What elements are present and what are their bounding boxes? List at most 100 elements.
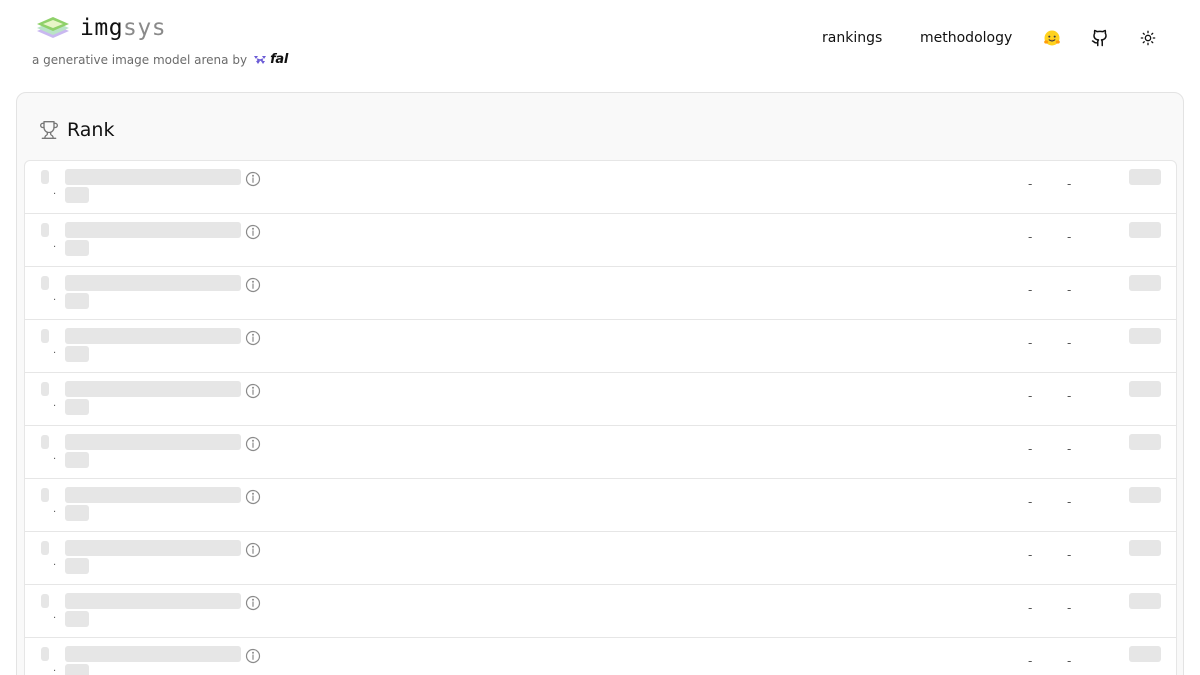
table-row[interactable]: . - - bbox=[25, 373, 1176, 426]
fal-link[interactable]: fal bbox=[253, 52, 288, 67]
stat-placeholder-2: - bbox=[1067, 495, 1072, 509]
stat-placeholder-2: - bbox=[1067, 442, 1072, 456]
score-skeleton bbox=[1129, 169, 1161, 185]
table-row[interactable]: . - - bbox=[25, 214, 1176, 267]
stat-placeholder-1: - bbox=[1028, 283, 1033, 297]
score-skeleton bbox=[1129, 381, 1161, 397]
model-name-skeleton bbox=[65, 381, 241, 397]
model-sub-skeleton bbox=[65, 452, 89, 468]
stat-placeholder-1: - bbox=[1028, 177, 1033, 191]
model-sub-skeleton bbox=[65, 399, 89, 415]
stat-placeholder-1: - bbox=[1028, 389, 1033, 403]
github-icon[interactable] bbox=[1090, 28, 1110, 48]
stat-placeholder-1: - bbox=[1028, 548, 1033, 562]
stat-placeholder-1: - bbox=[1028, 495, 1033, 509]
table-row[interactable]: . - - bbox=[25, 267, 1176, 320]
model-sub-skeleton bbox=[65, 346, 89, 362]
table-row[interactable]: . - - bbox=[25, 161, 1176, 214]
rank-dot: . bbox=[53, 345, 57, 356]
model-name-skeleton bbox=[65, 328, 241, 344]
rank-card: Rank . - - . - - . - - . - - . - - . - -… bbox=[16, 92, 1184, 675]
model-sub-skeleton bbox=[65, 611, 89, 627]
nav-rankings[interactable]: rankings bbox=[822, 29, 882, 47]
stat-placeholder-2: - bbox=[1067, 389, 1072, 403]
stat-placeholder-1: - bbox=[1028, 442, 1033, 456]
rank-dot: . bbox=[53, 292, 57, 303]
rank-dot: . bbox=[53, 610, 57, 621]
model-name-skeleton bbox=[65, 434, 241, 450]
rank-skeleton bbox=[41, 594, 49, 608]
score-skeleton bbox=[1129, 328, 1161, 344]
fal-wordmark: fal bbox=[270, 52, 289, 67]
table-row[interactable]: . - - bbox=[25, 638, 1176, 675]
rank-dot: . bbox=[53, 451, 57, 462]
rank-skeleton bbox=[41, 647, 49, 661]
model-sub-skeleton bbox=[65, 187, 89, 203]
model-name-skeleton bbox=[65, 540, 241, 556]
model-sub-skeleton bbox=[65, 664, 89, 675]
table-row[interactable]: . - - bbox=[25, 532, 1176, 585]
table-row[interactable]: . - - bbox=[25, 320, 1176, 373]
brand-part-sys: sys bbox=[123, 15, 167, 41]
info-icon[interactable] bbox=[245, 542, 261, 558]
rank-skeleton bbox=[41, 170, 49, 184]
info-icon[interactable] bbox=[245, 489, 261, 505]
brand-part-img: img bbox=[80, 15, 124, 41]
model-sub-skeleton bbox=[65, 293, 89, 309]
score-skeleton bbox=[1129, 434, 1161, 450]
brand-name: imgsys bbox=[80, 14, 166, 42]
rank-skeleton bbox=[41, 382, 49, 396]
score-skeleton bbox=[1129, 487, 1161, 503]
info-icon[interactable] bbox=[245, 224, 261, 240]
stat-placeholder-1: - bbox=[1028, 601, 1033, 615]
card-title: Rank bbox=[67, 119, 115, 141]
rank-skeleton bbox=[41, 276, 49, 290]
model-name-skeleton bbox=[65, 593, 241, 609]
model-name-skeleton bbox=[65, 646, 241, 662]
stat-placeholder-2: - bbox=[1067, 654, 1072, 668]
stat-placeholder-2: - bbox=[1067, 230, 1072, 244]
stacked-layers-logo-icon bbox=[37, 17, 69, 38]
model-name-skeleton bbox=[65, 222, 241, 238]
card-header: Rank bbox=[39, 119, 114, 141]
rank-dot: . bbox=[53, 557, 57, 568]
rank-skeleton bbox=[41, 541, 49, 555]
huggingface-icon[interactable] bbox=[1042, 28, 1062, 48]
tagline-text: a generative image model arena by bbox=[32, 52, 248, 67]
info-icon[interactable] bbox=[245, 383, 261, 399]
rank-dot: . bbox=[53, 663, 57, 674]
nav-methodology[interactable]: methodology bbox=[920, 29, 1012, 47]
score-skeleton bbox=[1129, 540, 1161, 556]
table-row[interactable]: . - - bbox=[25, 426, 1176, 479]
model-name-skeleton bbox=[65, 275, 241, 291]
model-name-skeleton bbox=[65, 169, 241, 185]
info-icon[interactable] bbox=[245, 648, 261, 664]
score-skeleton bbox=[1129, 222, 1161, 238]
rank-skeleton bbox=[41, 488, 49, 502]
info-icon[interactable] bbox=[245, 595, 261, 611]
stat-placeholder-2: - bbox=[1067, 283, 1072, 297]
theme-toggle-sun-icon[interactable] bbox=[1138, 28, 1158, 48]
score-skeleton bbox=[1129, 275, 1161, 291]
info-icon[interactable] bbox=[245, 277, 261, 293]
score-skeleton bbox=[1129, 646, 1161, 662]
rank-list: . - - . - - . - - . - - . - - . - - . - … bbox=[24, 160, 1177, 675]
info-icon[interactable] bbox=[245, 436, 261, 452]
info-icon[interactable] bbox=[245, 330, 261, 346]
table-row[interactable]: . - - bbox=[25, 479, 1176, 532]
info-icon[interactable] bbox=[245, 171, 261, 187]
model-sub-skeleton bbox=[65, 505, 89, 521]
rank-skeleton bbox=[41, 329, 49, 343]
stat-placeholder-1: - bbox=[1028, 230, 1033, 244]
stat-placeholder-1: - bbox=[1028, 654, 1033, 668]
logo[interactable]: imgsys bbox=[36, 14, 166, 42]
rank-skeleton bbox=[41, 435, 49, 449]
trophy-icon bbox=[40, 121, 58, 139]
stat-placeholder-1: - bbox=[1028, 336, 1033, 350]
rank-dot: . bbox=[53, 186, 57, 197]
stat-placeholder-2: - bbox=[1067, 177, 1072, 191]
header: imgsys a generative image model arena by… bbox=[0, 0, 1200, 90]
model-sub-skeleton bbox=[65, 240, 89, 256]
table-row[interactable]: . - - bbox=[25, 585, 1176, 638]
rank-dot: . bbox=[53, 239, 57, 250]
